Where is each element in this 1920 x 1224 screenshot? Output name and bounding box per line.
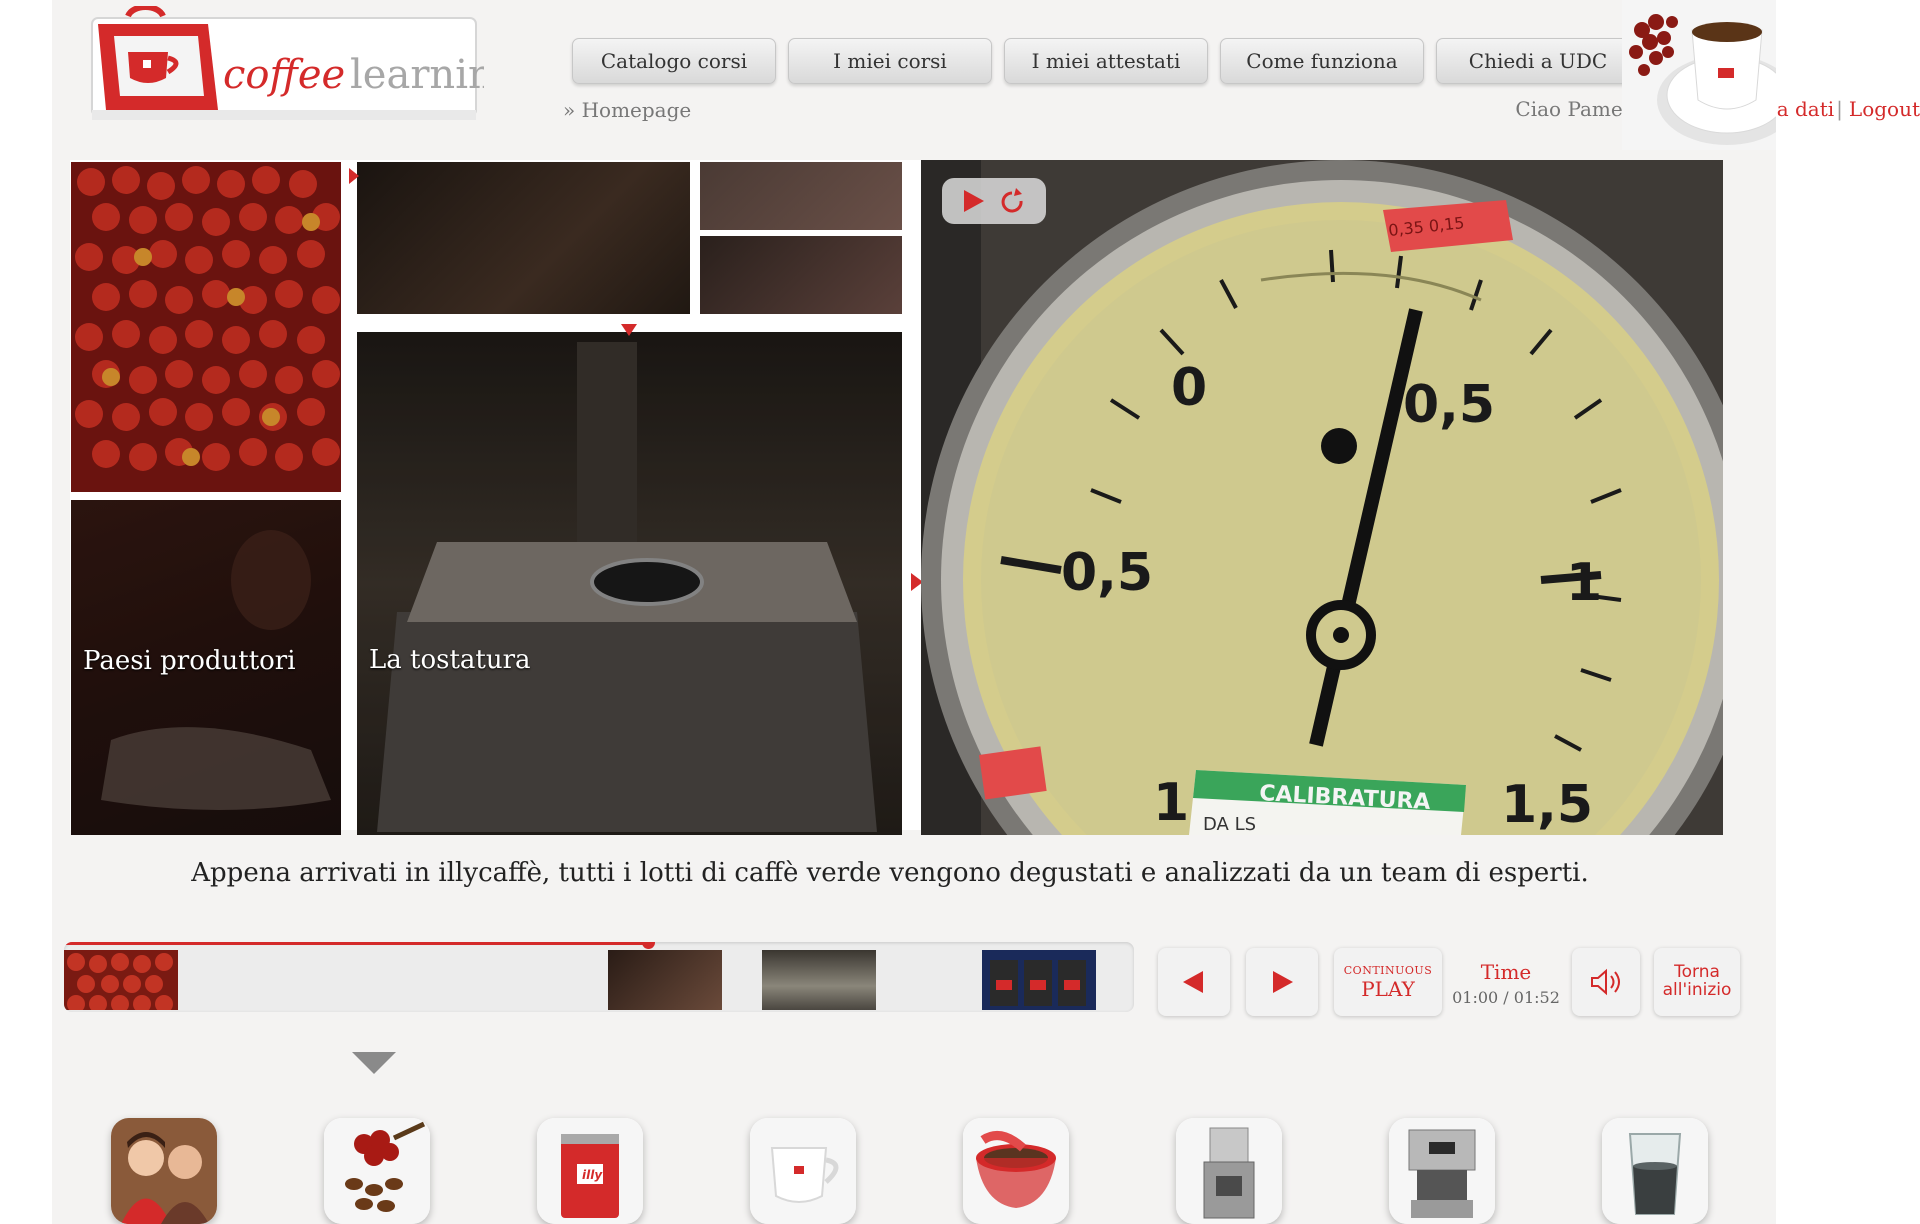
time-display: Time 01:00 / 01:52 xyxy=(1450,950,1562,1016)
gauge-label: 0,5 xyxy=(1403,375,1495,435)
play-label: PLAY xyxy=(1361,976,1415,1001)
logo-word-learning: learning xyxy=(350,52,484,98)
espresso-machine-icon[interactable] xyxy=(1389,1118,1495,1224)
tile-la-tostatura[interactable]: La tostatura xyxy=(357,332,902,835)
coffee-tin-icon[interactable]: illy xyxy=(537,1118,643,1224)
continuous-label: CONTINUOUS xyxy=(1343,963,1433,977)
nav-tab-come-funziona[interactable]: Come funziona xyxy=(1220,38,1424,84)
timeline-progress-bar xyxy=(64,942,648,945)
arrow-right-icon xyxy=(1273,971,1293,993)
previous-button[interactable] xyxy=(1158,948,1230,1016)
calibration-sub: DA LS xyxy=(1203,814,1256,835)
logo-word-coffee: coffee xyxy=(223,52,345,98)
tile-bags-image[interactable] xyxy=(700,236,902,314)
coffee-beans-icon[interactable] xyxy=(324,1118,430,1224)
nav-tab-catalogo-corsi[interactable]: Catalogo corsi xyxy=(572,38,776,84)
gauge-label: 1,5 xyxy=(1501,775,1593,835)
tile-label: Paesi produttori xyxy=(83,646,296,676)
timeline-thumb-roaster[interactable] xyxy=(608,950,722,1010)
people-icon[interactable] xyxy=(111,1118,217,1224)
tile-roaster-closeup[interactable] xyxy=(357,162,690,314)
video-caption: Appena arrivati in illycaffè, tutti i lo… xyxy=(191,858,1589,888)
nav-tab-chiedi-a-udc[interactable]: Chiedi a UDC xyxy=(1436,38,1640,84)
nav-tab-i-miei-attestati[interactable]: I miei attestati xyxy=(1004,38,1208,84)
restart-label: Torna all'inizio xyxy=(1662,962,1732,1000)
gauge-label: 0 xyxy=(1171,358,1207,418)
arrow-left-icon xyxy=(1183,971,1203,993)
next-button[interactable] xyxy=(1246,948,1318,1016)
timeline-thumb-tins[interactable] xyxy=(982,950,1096,1010)
water-glass-icon[interactable] xyxy=(1602,1118,1708,1224)
video-player-gauge[interactable]: 0 0,5 0,5 1 1 1,5 0,35 0,15 CALIBRATURA … xyxy=(921,160,1723,835)
tile-paesi-produttori[interactable]: Paesi produttori xyxy=(71,500,341,835)
replay-icon[interactable] xyxy=(1001,191,1023,213)
cup-pour-icon[interactable] xyxy=(963,1118,1069,1224)
gauge-label: 1 xyxy=(1566,553,1602,613)
breadcrumb[interactable]: » Homepage xyxy=(563,98,691,122)
time-label: Time xyxy=(1480,959,1532,984)
restart-button[interactable]: Torna all'inizio xyxy=(1654,948,1740,1016)
timeline-thumb-tostatura[interactable] xyxy=(762,950,876,1010)
tile-pointer-icon xyxy=(621,324,637,336)
coffeelearning-logo[interactable]: coffee learning xyxy=(88,6,484,131)
timeline-scrubber-handle[interactable] xyxy=(641,942,655,949)
tin-label: illy xyxy=(582,1168,603,1182)
tile-packaging-image[interactable] xyxy=(700,162,902,230)
volume-button[interactable] xyxy=(1572,948,1640,1016)
logout-link[interactable]: Logout xyxy=(1849,97,1920,121)
tile-coffee-cherries-image[interactable] xyxy=(71,162,341,492)
play-icon[interactable] xyxy=(964,190,984,212)
nav-tab-i-miei-corsi[interactable]: I miei corsi xyxy=(788,38,992,84)
tile-pointer-icon xyxy=(349,168,359,184)
gauge-label: 0,5 xyxy=(1061,543,1153,603)
continuous-play-toggle[interactable]: CONTINUOUS PLAY xyxy=(1334,948,1442,1016)
coffee-cup-decoration xyxy=(1622,0,1776,150)
video-controls-overlay xyxy=(942,178,1046,224)
gauge-label: 1 xyxy=(1153,773,1189,833)
separator: | xyxy=(1836,97,1843,121)
roasting-machine-image xyxy=(357,332,902,835)
video-controls-icons xyxy=(964,188,1023,213)
cup-icon[interactable] xyxy=(750,1118,856,1224)
speaker-icon xyxy=(1591,968,1620,996)
timeline-track[interactable] xyxy=(64,942,1134,1012)
timeline-thumb-beans[interactable] xyxy=(64,950,178,1010)
time-value: 01:00 / 01:52 xyxy=(1452,987,1560,1007)
grinder-icon[interactable] xyxy=(1176,1118,1282,1224)
tile-label: La tostatura xyxy=(369,645,531,675)
chevron-down-icon[interactable] xyxy=(352,1052,396,1074)
